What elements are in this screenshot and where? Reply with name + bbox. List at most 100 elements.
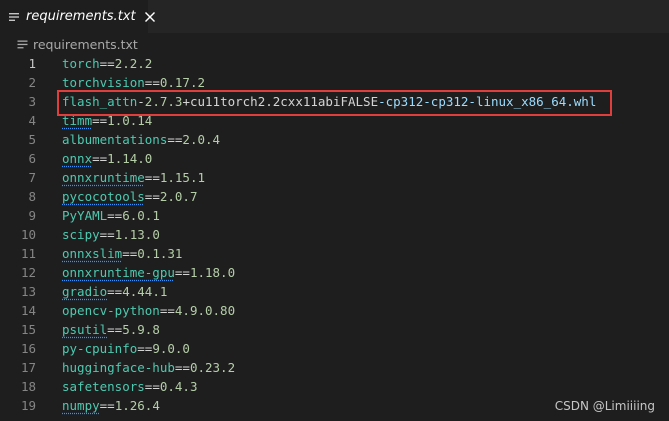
- line-number: 14: [20, 303, 36, 318]
- package-name: flash_attn: [62, 94, 138, 109]
- line-number: 8: [28, 189, 36, 204]
- version-number: 1.26.4: [114, 398, 160, 413]
- code-text: PyYAML==6.0.1: [62, 206, 160, 225]
- operator: ==: [99, 56, 115, 71]
- operator: ==: [159, 303, 175, 318]
- code-text: numpy==1.26.4: [62, 396, 160, 415]
- operator: ==: [107, 322, 123, 337]
- operator: ==: [107, 284, 123, 299]
- line-number: 15: [20, 322, 36, 337]
- package-name: scipy: [62, 227, 100, 242]
- tab-bar: requirements.txt: [0, 0, 669, 33]
- version-number: 2.0.7: [159, 189, 198, 204]
- version-number: 1.18.0: [189, 265, 236, 280]
- code-text: py-cpuinfo==9.0.0: [62, 339, 190, 358]
- code-line[interactable]: 11 onnxslim==0.1.31: [0, 244, 669, 263]
- package-name: torch: [62, 56, 100, 71]
- version-number: 0.17.2: [159, 75, 206, 90]
- line-number: 16: [20, 341, 36, 356]
- code-text: onnx==1.14.0: [62, 149, 152, 168]
- code-line[interactable]: 5 albumentations==2.0.4: [0, 130, 669, 149]
- code-line[interactable]: 7 onnxruntime==1.15.1: [0, 168, 669, 187]
- line-number: 11: [20, 246, 36, 261]
- operator: ==: [99, 227, 115, 242]
- code-line[interactable]: 2 torchvision==0.17.2: [0, 73, 669, 92]
- close-icon[interactable]: [144, 9, 156, 25]
- line-number: 2: [28, 75, 36, 90]
- code-text: flash_attn-2.7.3+cu11torch2.2cxx11abiFAL…: [62, 92, 596, 111]
- code-line[interactable]: 1 torch==2.2.2: [0, 54, 669, 73]
- code-text: onnxruntime==1.15.1: [62, 168, 205, 187]
- line-number: 13: [20, 284, 36, 299]
- code-text: torch==2.2.2: [62, 54, 152, 73]
- line-number: 9: [28, 208, 36, 223]
- version-number: 0.1.31: [137, 246, 183, 261]
- package-name: onnxruntime-gpu: [62, 265, 175, 280]
- code-line[interactable]: 16 py-cpuinfo==9.0.0: [0, 339, 669, 358]
- operator: ==: [92, 151, 108, 166]
- operator: -: [137, 94, 145, 109]
- line-number: 7: [28, 170, 36, 185]
- operator: ==: [144, 189, 160, 204]
- code-line[interactable]: 13 gradio==4.44.1: [0, 282, 669, 301]
- package-name: py-cpuinfo: [62, 341, 138, 356]
- line-number: 5: [28, 132, 36, 147]
- code-text: huggingface-hub==0.23.2: [62, 358, 235, 377]
- code-line[interactable]: 18 safetensors==0.4.3: [0, 377, 669, 396]
- code-line[interactable]: 14 opencv-python==4.9.0.80: [0, 301, 669, 320]
- version-tag: +cu11torch2.2cxx11abiFALSE: [182, 94, 379, 109]
- version-number: 1.13.0: [114, 227, 160, 242]
- line-number: 1: [28, 56, 36, 71]
- package-name: onnxslim: [62, 246, 123, 261]
- version-number: 4.44.1: [122, 284, 168, 299]
- version-number: 4.9.0.80: [174, 303, 236, 318]
- file-lines-icon: [17, 39, 28, 50]
- breadcrumb[interactable]: requirements.txt: [0, 33, 669, 55]
- tab-requirements[interactable]: requirements.txt: [0, 0, 155, 33]
- code-line[interactable]: 4 timm==1.0.14: [0, 111, 669, 130]
- operator: ==: [144, 170, 160, 185]
- package-name: numpy: [62, 398, 100, 413]
- version-number: 5.9.8: [122, 322, 160, 337]
- code-editor[interactable]: 1 torch==2.2.2 2 torchvision==0.17.2 3 flash_…: [0, 54, 669, 421]
- line-number: 18: [20, 379, 36, 394]
- line-number: 19: [20, 398, 36, 413]
- package-name: opencv-python: [62, 303, 160, 318]
- code-line[interactable]: 17 huggingface-hub==0.23.2: [0, 358, 669, 377]
- package-name: onnx: [62, 151, 93, 166]
- code-line[interactable]: 10 scipy==1.13.0: [0, 225, 669, 244]
- code-line[interactable]: 6 onnx==1.14.0: [0, 149, 669, 168]
- version-number: 6.0.1: [122, 208, 160, 223]
- code-line[interactable]: 15 psutil==5.9.8: [0, 320, 669, 339]
- code-text: albumentations==2.0.4: [62, 130, 220, 149]
- line-number: 3: [28, 94, 36, 109]
- code-text: scipy==1.13.0: [62, 225, 160, 244]
- code-text: opencv-python==4.9.0.80: [62, 301, 235, 320]
- package-name: pycocotools: [62, 189, 145, 204]
- breadcrumb-file[interactable]: requirements.txt: [33, 37, 138, 52]
- line-number: 17: [20, 360, 36, 375]
- code-line[interactable]: 12 onnxruntime-gpu==1.18.0: [0, 263, 669, 282]
- code-text: psutil==5.9.8: [62, 320, 160, 339]
- version-number: 0.4.3: [159, 379, 198, 394]
- code-line[interactable]: 3 flash_attn-2.7.3+cu11torch2.2cxx11abiFA…: [0, 92, 669, 111]
- operator: ==: [167, 132, 183, 147]
- version-number: 1.14.0: [107, 151, 153, 166]
- line-number: 12: [20, 265, 36, 280]
- code-line[interactable]: 8 pycocotools==2.0.7: [0, 187, 669, 206]
- code-text: onnxslim==0.1.31: [62, 244, 182, 263]
- operator: ==: [107, 208, 123, 223]
- package-name: psutil: [62, 322, 108, 337]
- version-number: 1.0.14: [107, 113, 153, 128]
- operator: ==: [122, 246, 138, 261]
- version-number: 9.0.0: [152, 341, 190, 356]
- code-line[interactable]: 9 PyYAML==6.0.1: [0, 206, 669, 225]
- watermark: CSDN @Limiiiing: [554, 399, 655, 413]
- version-number: 1.15.1: [159, 170, 206, 185]
- package-name: albumentations: [62, 132, 168, 147]
- operator: ==: [174, 360, 190, 375]
- version-number: 2.0.4: [182, 132, 221, 147]
- line-number: 6: [28, 151, 36, 166]
- operator: ==: [137, 341, 153, 356]
- version-number: 0.23.2: [189, 360, 236, 375]
